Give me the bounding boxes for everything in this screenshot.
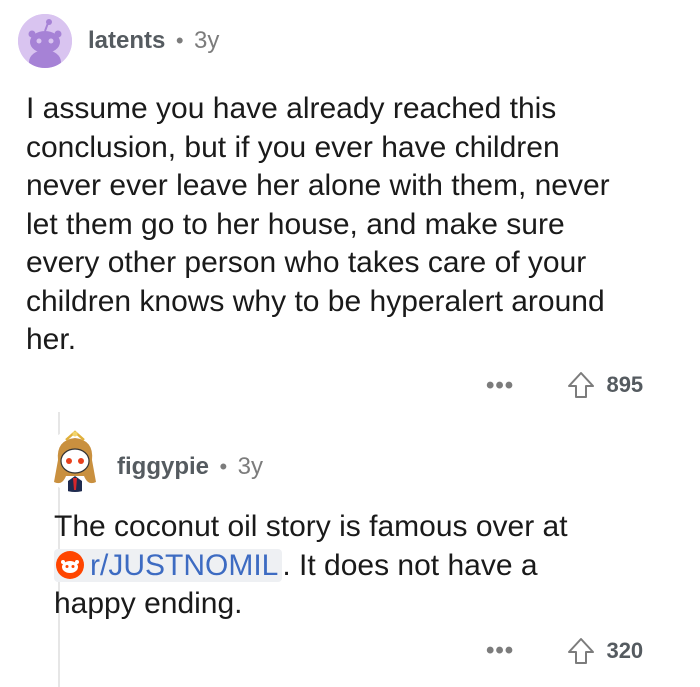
username[interactable]: latents xyxy=(88,27,165,54)
comment-line: conclusion, but if you ever have childre… xyxy=(26,130,560,164)
upvote-icon[interactable] xyxy=(566,636,596,666)
comment-line: happy ending. xyxy=(54,587,243,620)
subreddit-mention[interactable]: r/JUSTNOMIL xyxy=(54,548,283,582)
comment-line: never ever leave her alone with them, ne… xyxy=(26,169,610,202)
snoo-avatar-icon xyxy=(44,430,106,492)
comment-body: I assume you have already reached this c… xyxy=(26,90,686,360)
user-avatar[interactable] xyxy=(44,430,106,492)
comment-line: r/JUSTNOMIL. It does not have a xyxy=(54,547,684,586)
timestamp: 3y xyxy=(193,27,220,54)
vote-control: 895 xyxy=(566,370,643,400)
vote-score: 895 xyxy=(606,372,644,397)
more-options-button[interactable]: ••• xyxy=(486,637,514,665)
vote-score: 320 xyxy=(606,638,644,663)
vote-control: 320 xyxy=(566,636,643,666)
comment-line: The coconut oil story is famous over at xyxy=(54,510,568,543)
comment-body: The coconut oil story is famous over at … xyxy=(54,508,684,624)
more-options-button[interactable]: ••• xyxy=(486,372,514,400)
comment-header: latents • 3y xyxy=(88,27,219,55)
user-avatar[interactable] xyxy=(18,14,72,68)
username[interactable]: figgypie xyxy=(117,453,209,480)
comment-header: figgypie • 3y xyxy=(117,453,263,481)
subreddit-icon xyxy=(56,550,84,579)
subreddit-link[interactable]: r/JUSTNOMIL xyxy=(90,549,278,582)
comment-line: every other person who takes care of you… xyxy=(26,246,587,279)
comment-line: children knows why to be hyperalert arou… xyxy=(26,284,605,318)
comment-line: her. xyxy=(26,323,77,356)
separator: • xyxy=(175,28,184,53)
snoo-avatar-icon xyxy=(18,14,72,68)
comment-text: . It does not have a xyxy=(282,548,538,582)
separator: • xyxy=(219,454,228,479)
comment-line: let them go to her house, and make sure xyxy=(26,207,565,241)
comment-line: I assume you have already reached this xyxy=(26,92,557,125)
timestamp: 3y xyxy=(237,453,263,480)
upvote-icon[interactable] xyxy=(566,370,596,400)
